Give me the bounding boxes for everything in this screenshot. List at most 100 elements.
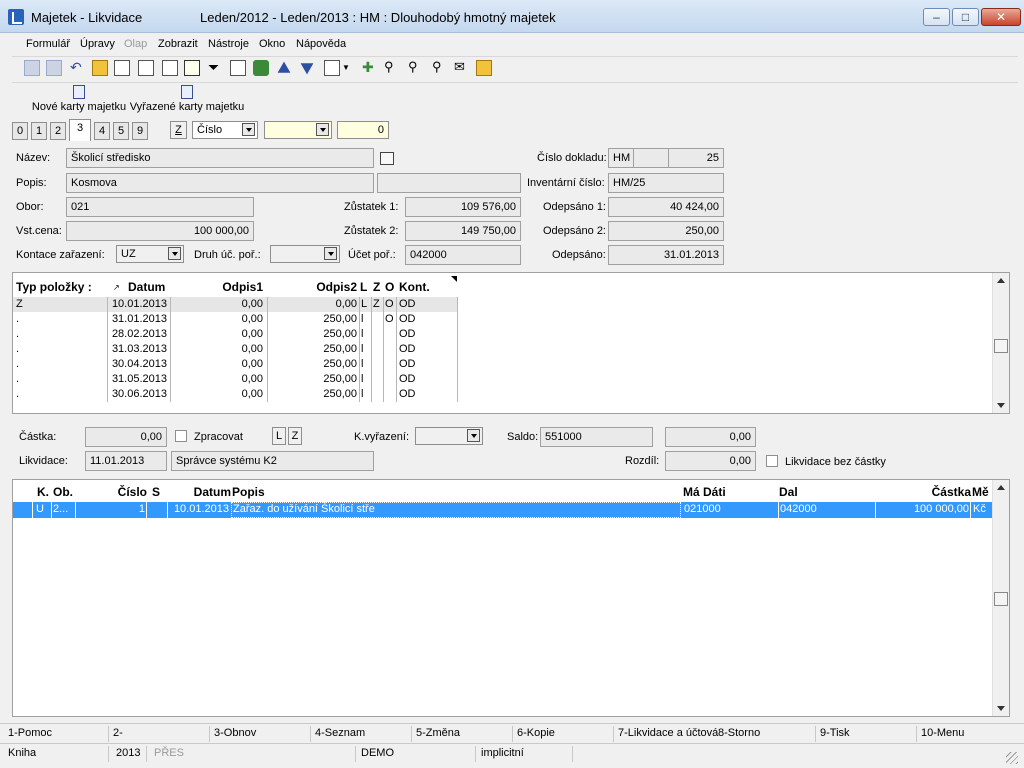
fkey-1[interactable]: 1-Pomoc [8,727,52,739]
minimize-button[interactable]: – [923,8,950,26]
obor-field[interactable]: 021 [66,197,254,217]
cislo-dokladu-field[interactable]: 25 [668,148,724,168]
col-datum[interactable]: Datum [163,485,231,499]
fkey-10[interactable]: 10-Menu [921,727,964,739]
kvyrazeni-select[interactable] [415,427,483,445]
menu-formular[interactable]: Formulář [26,38,70,50]
col-ob[interactable]: Ob. [53,485,73,499]
paste-document-icon[interactable] [162,60,178,76]
resize-grip-icon[interactable] [1006,752,1018,764]
dropdown-arrow-icon[interactable]: ▼ [342,60,358,76]
fkey-6[interactable]: 6-Kopie [517,727,555,739]
maximize-button[interactable]: □ [952,8,979,26]
lines-scrollbar[interactable] [992,480,1009,716]
filter-icon[interactable]: ⏷ [208,60,224,76]
edit-list-icon[interactable] [230,60,246,76]
close-button[interactable]: ✕ [981,8,1021,26]
table-row[interactable]: . 30.04.2013 0,00 250,00 l OD [13,357,457,372]
saldo-field[interactable]: 551000 [540,427,653,447]
scroll-down-icon[interactable] [997,403,1005,408]
col-s[interactable]: S [152,485,160,499]
title-bar[interactable]: Majetek - Likvidace Leden/2012 - Leden/2… [0,0,1024,33]
tab-5[interactable]: 5 [113,122,129,140]
open-folder-icon[interactable] [92,60,108,76]
tab-9[interactable]: 9 [132,122,148,140]
fkey-2[interactable]: 2- [113,727,123,739]
scroll-thumb[interactable] [994,339,1008,353]
arrow-down-icon[interactable] [300,63,314,75]
grid-scrollbar[interactable] [992,273,1009,413]
col-mena[interactable]: Mě [972,485,989,499]
scroll-up-icon[interactable] [997,278,1005,283]
sort-z-button[interactable]: Z [170,121,187,139]
bez-castky-checkbox[interactable] [766,455,778,467]
zustatek1-field[interactable]: 109 576,00 [405,197,521,217]
menu-olap[interactable]: Olap [124,38,147,50]
binoculars-icon[interactable]: ⚲ [384,60,400,76]
col-dal[interactable]: Dal [779,485,798,499]
find-replace-icon[interactable]: ⚲ [432,60,448,76]
fkey-5[interactable]: 5-Změna [416,727,460,739]
cislo-dokladu-mid-field[interactable] [633,148,669,168]
sort-search-select[interactable] [264,121,332,139]
col-datum[interactable]: Datum [128,280,165,294]
rozdil-field[interactable]: 0,00 [665,451,756,471]
chevron-down-icon[interactable] [324,247,337,260]
odepsano-field[interactable]: 31.01.2013 [608,245,724,265]
inv-cislo-field[interactable]: HM/25 [608,173,724,193]
stack-icon[interactable] [253,60,269,76]
save-icon[interactable] [24,60,40,76]
save-as-icon[interactable] [46,60,62,76]
popis-field[interactable]: Kosmova [66,173,374,193]
ucet-field[interactable]: 042000 [405,245,521,265]
vstcena-field[interactable]: 100 000,00 [66,221,254,241]
table-row[interactable]: . 31.05.2013 0,00 250,00 l OD [13,372,457,387]
undo-icon[interactable]: ↶ [70,60,86,76]
tab-4[interactable]: 4 [94,122,110,140]
chevron-down-icon[interactable] [316,123,329,136]
druh-select[interactable] [270,245,340,263]
tab-2[interactable]: 2 [50,122,66,140]
fkey-9[interactable]: 9-Tisk [820,727,850,739]
new-document-icon[interactable] [114,60,130,76]
col-castka[interactable]: Částka [877,485,971,499]
likvidace-user-field[interactable]: Správce systému K2 [171,451,374,471]
scroll-up-icon[interactable] [997,485,1005,490]
col-odpis2[interactable]: Odpis2 [273,280,357,294]
popis-extra-field[interactable] [377,173,521,193]
retired-asset-cards-button[interactable]: Vyřazené karty majetku [128,85,246,113]
col-popis[interactable]: Popis [232,485,265,499]
book-icon[interactable] [184,60,200,76]
col-cislo[interactable]: Číslo [77,485,147,499]
tab-0[interactable]: 0 [12,122,28,140]
likvidace-date-field[interactable]: 11.01.2013 [85,451,167,471]
sort-search-input[interactable]: 0 [337,121,389,139]
table-row[interactable]: . 31.01.2013 0,00 250,00 l O OD [13,312,457,327]
chevron-down-icon[interactable] [467,429,480,442]
table-row[interactable]: Z 10.01.2013 0,00 0,00 L Z O OD [13,297,457,312]
cislo-dokladu-rada-field[interactable]: HM [608,148,634,168]
zpracovat-checkbox[interactable] [175,430,187,442]
table-row[interactable]: . 28.02.2013 0,00 250,00 l OD [13,327,457,342]
l-button[interactable]: L [272,427,286,445]
col-odpis1[interactable]: Odpis1 [173,280,263,294]
tab-1[interactable]: 1 [31,122,47,140]
chevron-down-icon[interactable] [168,247,181,260]
fkey-7[interactable]: 7-Likvidace a účtová [618,727,718,739]
fkey-8[interactable]: 8-Storno [718,727,760,739]
menu-zobrazit[interactable]: Zobrazit [158,38,198,50]
table-row[interactable]: . 31.03.2013 0,00 250,00 l OD [13,342,457,357]
find-next-icon[interactable]: ⚲ [408,60,424,76]
z-button[interactable]: Z [288,427,302,445]
copy-document-icon[interactable] [138,60,154,76]
col-l[interactable]: L [360,280,367,294]
odepsano1-field[interactable]: 40 424,00 [608,197,724,217]
scroll-down-icon[interactable] [997,706,1005,711]
new-asset-cards-button[interactable]: Nové karty majetku [24,85,134,113]
menu-napoveda[interactable]: Nápověda [296,38,346,50]
fkey-4[interactable]: 4-Seznam [315,727,365,739]
col-kont[interactable]: Kont. [399,280,430,294]
col-o[interactable]: O [385,280,394,294]
col-typ[interactable]: Typ položky : [16,280,92,294]
camera-icon[interactable] [324,60,340,76]
